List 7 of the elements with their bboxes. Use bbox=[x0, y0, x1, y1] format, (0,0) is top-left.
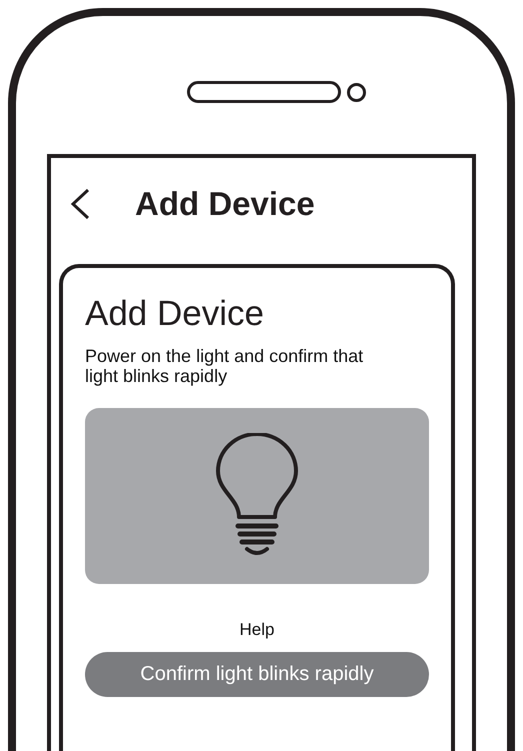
help-link[interactable]: Help bbox=[240, 620, 274, 640]
card-title: Add Device bbox=[85, 294, 265, 334]
confirm-button[interactable]: Confirm light blinks rapidly bbox=[85, 652, 429, 697]
back-icon[interactable] bbox=[69, 188, 91, 220]
camera-dot bbox=[347, 82, 366, 102]
instruction-text: Power on the light and confirm that light blinks rapidly bbox=[85, 346, 364, 386]
page-title: Add Device bbox=[135, 185, 315, 223]
